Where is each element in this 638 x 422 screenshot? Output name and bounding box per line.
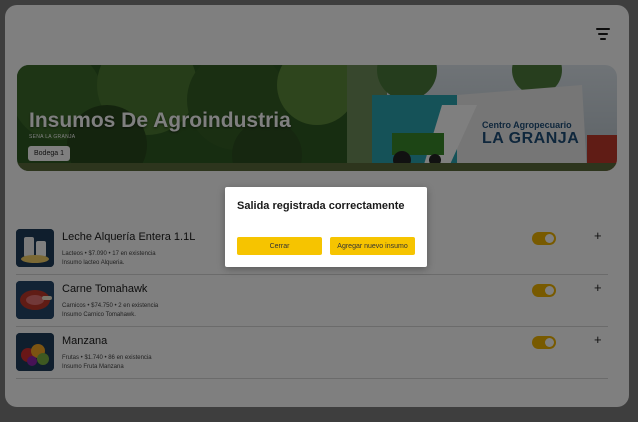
success-dialog: Salida registrada correctamente Cerrar A… bbox=[225, 187, 427, 267]
close-button[interactable]: Cerrar bbox=[237, 237, 322, 255]
dialog-message: Salida registrada correctamente bbox=[237, 200, 405, 212]
add-supply-button[interactable]: Agregar nuevo insumo bbox=[330, 237, 415, 255]
